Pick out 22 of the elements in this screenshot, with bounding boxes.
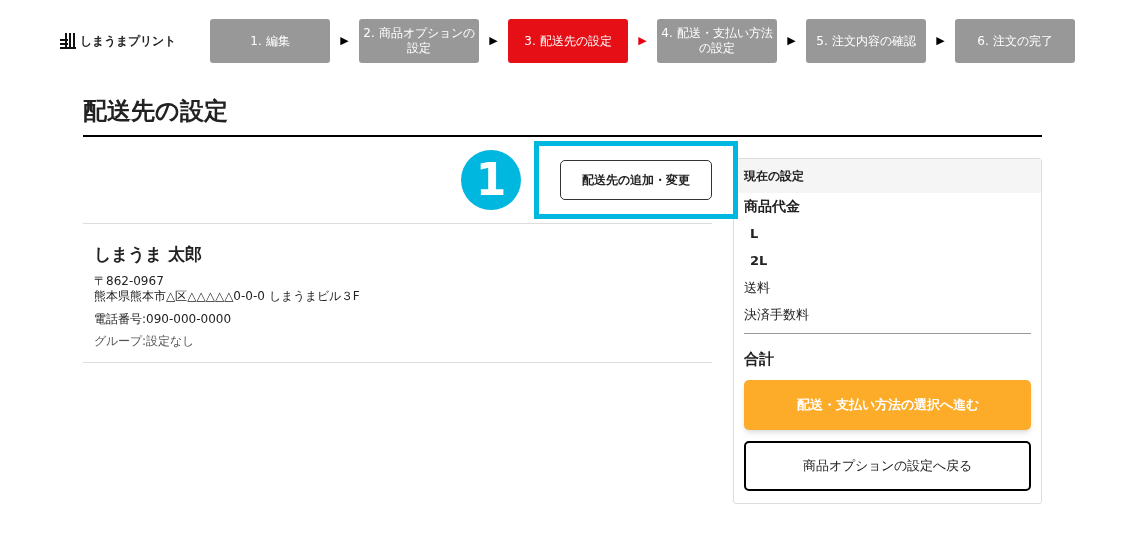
step-arrow: ▶ — [339, 32, 350, 49]
street-address: 熊本県熊本市△区△△△△△0-0-0 しまうまビル３F — [94, 288, 361, 304]
back-button[interactable]: 商品オプションの設定へ戻る — [744, 441, 1031, 491]
summary-item: 商品代金 — [744, 197, 801, 216]
step-arrow: ▶ — [935, 32, 946, 49]
summary-item: 2L — [749, 252, 769, 270]
step-arrow: ▶ — [637, 32, 648, 49]
postal-code: 〒862-0967 — [94, 274, 165, 288]
summary-item: 送料 — [744, 279, 771, 297]
summary-item: 決済手数料 — [744, 306, 810, 324]
phone-number: 電話番号:090-000-0000 — [94, 311, 233, 328]
logo-icon — [60, 31, 76, 51]
page-title: 配送先の設定 — [83, 96, 229, 127]
step-arrow: ▶ — [786, 32, 797, 49]
recipient-name: しまうま 太郎 — [94, 243, 203, 266]
total-label: 合計 — [744, 349, 775, 370]
annotation-badge: 1 — [461, 150, 521, 210]
step-arrow: ▶ — [488, 32, 499, 49]
add-change-address-button[interactable]: 配送先の追加・変更 — [560, 160, 712, 200]
group-label: グループ:設定なし — [94, 333, 196, 349]
summary-item: L — [749, 225, 760, 243]
logo-text: しまうまプリント — [80, 33, 176, 50]
